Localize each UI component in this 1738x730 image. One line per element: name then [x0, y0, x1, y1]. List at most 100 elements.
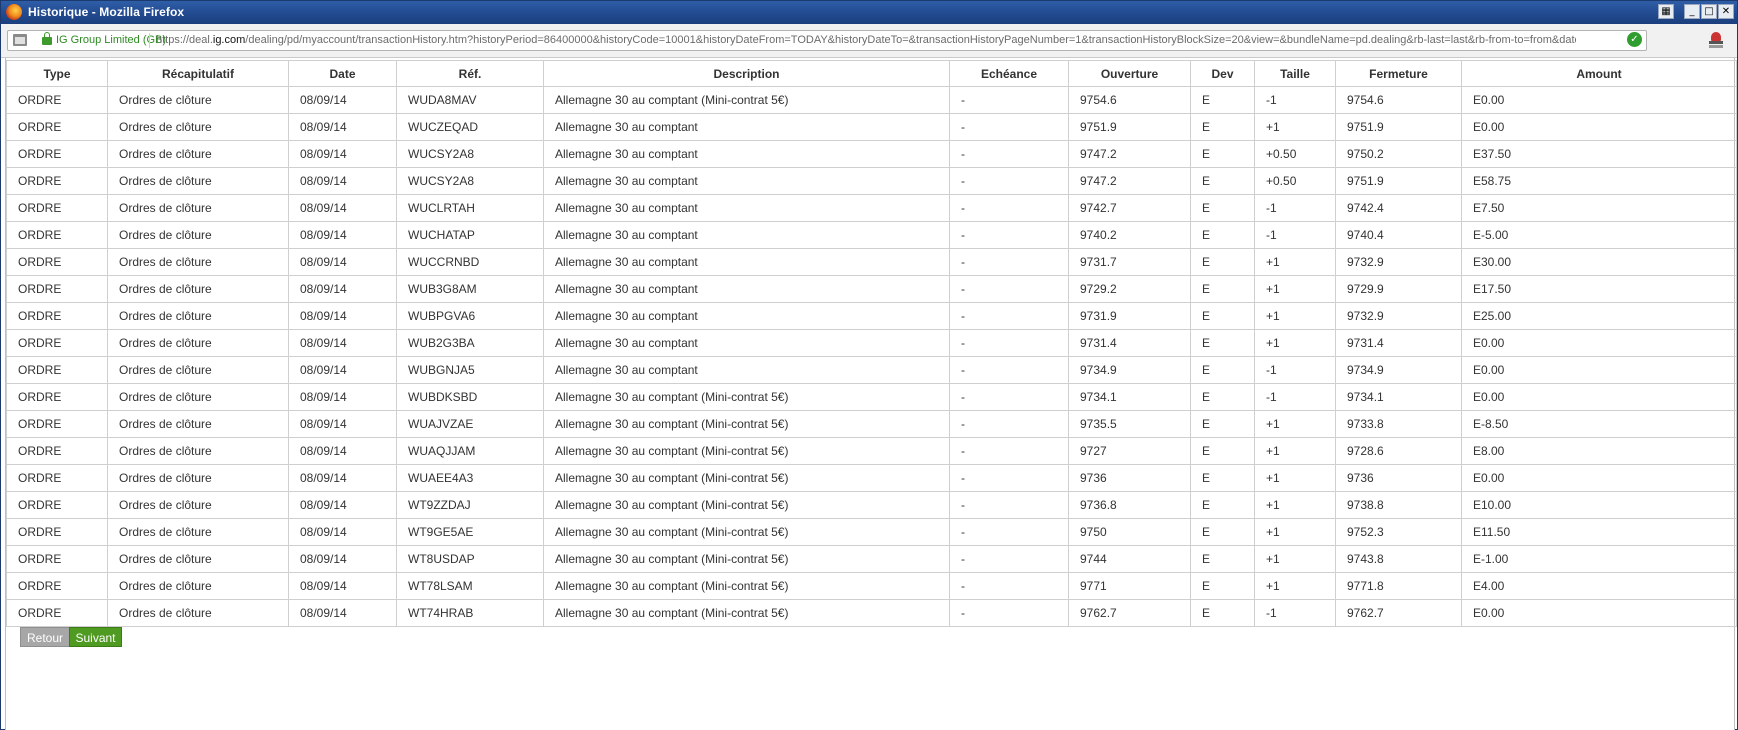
cell-ref: WT78LSAM [396, 572, 544, 600]
cell-description: Allemagne 30 au comptant (Mini-contrat 5… [543, 599, 950, 627]
cell-amount: E10.00 [1461, 491, 1737, 519]
column-header[interactable]: Ouverture [1068, 60, 1191, 87]
title-bar[interactable]: Historique - Mozilla Firefox ▦ _ □ ✕ [1, 1, 1737, 24]
cell-summary: Ordres de clôture [107, 248, 289, 276]
cell-currency: E [1190, 86, 1255, 114]
cell-type: ORDRE [6, 221, 108, 249]
cell-ref: WUCZEQAD [396, 113, 544, 141]
column-header[interactable]: Amount [1461, 60, 1737, 87]
cell-expiry: - [949, 221, 1069, 249]
window-title: Historique - Mozilla Firefox [28, 5, 185, 19]
table-row[interactable]: ORDRE Ordres de clôture 08/09/14 WT9ZZDAJ Al… [6, 491, 1737, 519]
cell-summary: Ordres de clôture [107, 167, 289, 195]
column-header[interactable]: Récapitulatif [107, 60, 289, 87]
cell-ref: WUB2G3BA [396, 329, 544, 357]
table-row[interactable]: ORDRE Ordres de clôture 08/09/14 WUBDKSBD Al… [6, 383, 1737, 411]
column-header[interactable]: Description [543, 60, 950, 87]
cell-description: Allemagne 30 au comptant [543, 248, 950, 276]
cell-summary: Ordres de clôture [107, 437, 289, 465]
cell-closing: 9729.9 [1335, 275, 1462, 303]
verified-check-icon[interactable]: ✓ [1627, 32, 1642, 47]
cell-type: ORDRE [6, 545, 108, 573]
table-row[interactable]: ORDRE Ordres de clôture 08/09/14 WUCLRTAH Al… [6, 194, 1737, 222]
minimize-icon[interactable]: _ [1684, 4, 1700, 19]
cell-description: Allemagne 30 au comptant [543, 221, 950, 249]
cell-ref: WT9GE5AE [396, 518, 544, 546]
cell-amount: E0.00 [1461, 356, 1737, 384]
cell-amount: E0.00 [1461, 599, 1737, 627]
cell-amount: E8.00 [1461, 437, 1737, 465]
cell-description: Allemagne 30 au comptant (Mini-contrat 5… [543, 545, 950, 573]
table-row[interactable]: ORDRE Ordres de clôture 08/09/14 WUCZEQAD Al… [6, 113, 1737, 141]
table-row[interactable]: ORDRE Ordres de clôture 08/09/14 WT8USDAP Al… [6, 545, 1737, 573]
cell-size: +1 [1254, 572, 1336, 600]
cell-ref: WUCSY2A8 [396, 167, 544, 195]
cell-summary: Ordres de clôture [107, 86, 289, 114]
cell-expiry: - [949, 302, 1069, 330]
column-header[interactable]: Type [6, 60, 108, 87]
table-row[interactable]: ORDRE Ordres de clôture 08/09/14 WUB2G3BA Al… [6, 329, 1737, 357]
cell-summary: Ordres de clôture [107, 302, 289, 330]
column-header[interactable]: Taille [1254, 60, 1336, 87]
cell-expiry: - [949, 167, 1069, 195]
cell-summary: Ordres de clôture [107, 491, 289, 519]
cell-type: ORDRE [6, 410, 108, 438]
table-row[interactable]: ORDRE Ordres de clôture 08/09/14 WUAQJJAM Al… [6, 437, 1737, 465]
table-row[interactable]: ORDRE Ordres de clôture 08/09/14 WUBGNJA5 Al… [6, 356, 1737, 384]
table-row[interactable]: ORDRE Ordres de clôture 08/09/14 WUBPGVA6 Al… [6, 302, 1737, 330]
cell-type: ORDRE [6, 302, 108, 330]
cell-size: +1 [1254, 464, 1336, 492]
cell-amount: E0.00 [1461, 383, 1737, 411]
table-row[interactable]: ORDRE Ordres de clôture 08/09/14 WUDA8MAV Al… [6, 86, 1737, 114]
table-row[interactable]: ORDRE Ordres de clôture 08/09/14 WUAEE4A3 Al… [6, 464, 1737, 492]
table-row[interactable]: ORDRE Ordres de clôture 08/09/14 WUB3G8AM Al… [6, 275, 1737, 303]
page-icon[interactable] [13, 34, 27, 46]
cell-opening: 9744 [1068, 545, 1191, 573]
cell-type: ORDRE [6, 140, 108, 168]
cell-amount: E-8.50 [1461, 410, 1737, 438]
cell-amount: E-5.00 [1461, 221, 1737, 249]
column-header[interactable]: Date [288, 60, 397, 87]
table-row[interactable]: ORDRE Ordres de clôture 08/09/14 WUCSY2A8 Al… [6, 140, 1737, 168]
back-button[interactable]: Retour [20, 627, 70, 647]
table-row[interactable]: ORDRE Ordres de clôture 08/09/14 WT74HRAB Al… [6, 599, 1737, 627]
table-row[interactable]: ORDRE Ordres de clôture 08/09/14 WT78LSAM Al… [6, 572, 1737, 600]
next-button[interactable]: Suivant [69, 627, 122, 647]
cell-description: Allemagne 30 au comptant (Mini-contrat 5… [543, 491, 950, 519]
cell-date: 08/09/14 [288, 329, 397, 357]
lock-icon [42, 32, 52, 45]
restore-icon[interactable]: ▦ [1658, 4, 1674, 19]
cell-currency: E [1190, 545, 1255, 573]
url-separator [149, 33, 150, 48]
table-row[interactable]: ORDRE Ordres de clôture 08/09/14 WT9GE5AE Al… [6, 518, 1737, 546]
cell-currency: E [1190, 572, 1255, 600]
cell-summary: Ordres de clôture [107, 140, 289, 168]
maximize-icon[interactable]: □ [1701, 4, 1717, 19]
cell-amount: E0.00 [1461, 86, 1737, 114]
table-row[interactable]: ORDRE Ordres de clôture 08/09/14 WUCHATAP Al… [6, 221, 1737, 249]
column-header[interactable]: Réf. [396, 60, 544, 87]
table-row[interactable]: ORDRE Ordres de clôture 08/09/14 WUCSY2A8 Al… [6, 167, 1737, 195]
notification-icon[interactable] [1707, 30, 1725, 50]
column-header[interactable]: Fermeture [1335, 60, 1462, 87]
table-row[interactable]: ORDRE Ordres de clôture 08/09/14 WUAJVZAE Al… [6, 410, 1737, 438]
cell-date: 08/09/14 [288, 86, 397, 114]
cell-opening: 9731.9 [1068, 302, 1191, 330]
cell-size: +0.50 [1254, 140, 1336, 168]
url-text[interactable]: https://deal.ig.com/dealing/pd/myaccount… [156, 34, 1576, 46]
cell-opening: 9762.7 [1068, 599, 1191, 627]
cell-currency: E [1190, 356, 1255, 384]
address-bar[interactable]: IG Group Limited (GB) https://deal.ig.co… [7, 30, 1647, 51]
cell-expiry: - [949, 86, 1069, 114]
table-row[interactable]: ORDRE Ordres de clôture 08/09/14 WUCCRNBD Al… [6, 248, 1737, 276]
column-header[interactable]: Dev [1190, 60, 1255, 87]
cell-closing: 9751.9 [1335, 167, 1462, 195]
cell-opening: 9736 [1068, 464, 1191, 492]
close-icon[interactable]: ✕ [1718, 4, 1734, 19]
column-header[interactable]: Echéance [949, 60, 1069, 87]
cell-date: 08/09/14 [288, 221, 397, 249]
cell-amount: E25.00 [1461, 302, 1737, 330]
cell-amount: E7.50 [1461, 194, 1737, 222]
cell-amount: E37.50 [1461, 140, 1737, 168]
cell-description: Allemagne 30 au comptant (Mini-contrat 5… [543, 383, 950, 411]
